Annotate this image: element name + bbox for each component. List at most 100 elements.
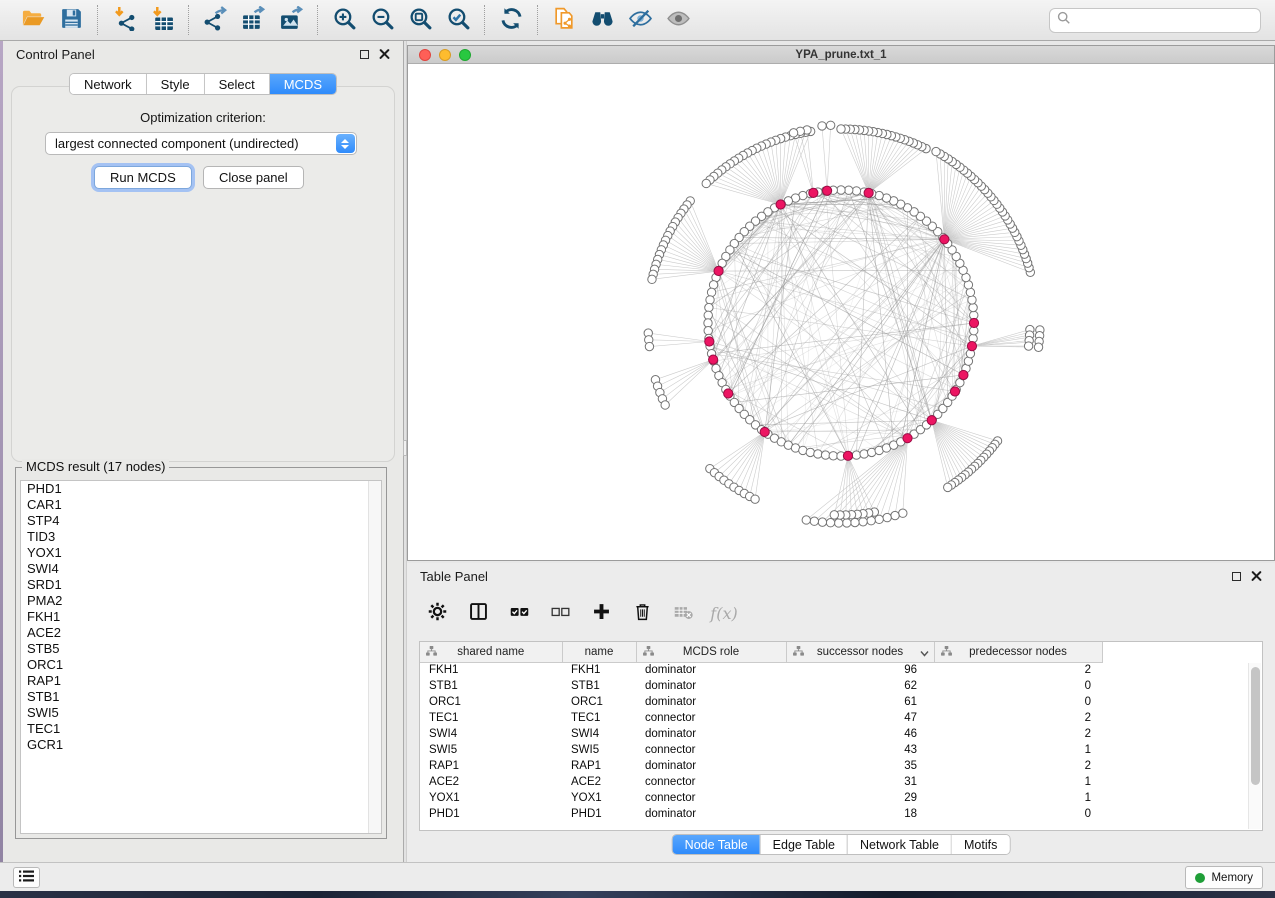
delete-column-button[interactable] [626,597,658,629]
cell-shared-name[interactable]: ACE2 [420,774,562,790]
network-node[interactable] [802,516,810,524]
table-tab-motifs[interactable]: Motifs [951,835,1009,854]
cell-MCDS-role[interactable]: dominator [636,806,786,822]
mcds-result-item[interactable]: STB5 [21,641,381,657]
table-scrollbar[interactable] [1248,663,1261,829]
network-node[interactable] [944,483,952,491]
deselect-all-button[interactable] [544,597,576,629]
table-scrollbar-thumb[interactable] [1251,667,1260,785]
table-row[interactable]: FKH1FKH1dominator962 [420,662,1102,678]
zoom-selected-button[interactable] [439,3,477,37]
table-tab-network-table[interactable]: Network Table [847,835,951,854]
network-node[interactable] [818,122,826,130]
cell-shared-name[interactable]: SWI4 [420,726,562,742]
network-node[interactable] [837,186,845,194]
table-row[interactable]: ACE2ACE2connector311 [420,774,1102,790]
search-box[interactable] [1049,8,1261,33]
network-node[interactable] [705,303,713,311]
network-node[interactable] [851,518,859,526]
network-node[interactable] [834,519,842,527]
cell-name[interactable]: ORC1 [562,694,636,710]
zoom-fit-button[interactable] [401,3,439,37]
mcds-result-item[interactable]: FKH1 [21,609,381,625]
mcds-result-item[interactable]: PHD1 [21,481,381,497]
mcds-result-item[interactable]: SRD1 [21,577,381,593]
cell-name[interactable]: SWI5 [562,742,636,758]
copy-view-button[interactable] [545,3,583,37]
mcds-node[interactable] [776,200,785,209]
network-node[interactable] [645,342,653,350]
network-node[interactable] [751,495,759,503]
network-node[interactable] [867,517,875,525]
table-tab-node-table[interactable]: Node Table [673,835,760,854]
network-node[interactable] [852,451,860,459]
memory-button[interactable]: Memory [1185,866,1263,889]
network-node[interactable] [1034,343,1042,351]
mcds-result-item[interactable]: PMA2 [21,593,381,609]
network-node[interactable] [852,187,860,195]
optimization-criterion-select[interactable]: largest connected component (undirected) [45,132,357,155]
tab-style[interactable]: Style [146,74,204,94]
network-node[interactable] [818,518,826,526]
cell-name[interactable]: SWI4 [562,726,636,742]
mcds-node[interactable] [822,186,831,195]
cell-predecessor-nodes[interactable]: 1 [934,790,1102,806]
cell-shared-name[interactable]: TEC1 [420,710,562,726]
refresh-button[interactable] [492,3,530,37]
mcds-node[interactable] [705,337,714,346]
cell-predecessor-nodes[interactable]: 2 [934,710,1102,726]
cell-name[interactable]: PHD1 [562,806,636,822]
network-node[interactable] [969,303,977,311]
cell-shared-name[interactable]: RAP1 [420,758,562,774]
cell-name[interactable]: STB1 [562,678,636,694]
mcds-list-scrollbar[interactable] [368,481,381,833]
save-button[interactable] [52,3,90,37]
cell-predecessor-nodes[interactable]: 0 [934,806,1102,822]
mcds-result-item[interactable]: STP4 [21,513,381,529]
network-node[interactable] [806,448,814,456]
cell-predecessor-nodes[interactable]: 2 [934,758,1102,774]
network-node[interactable] [826,121,834,129]
cell-shared-name[interactable]: STB1 [420,678,562,694]
network-node[interactable] [704,311,712,319]
cell-successor-nodes[interactable]: 18 [786,806,934,822]
show-all-button[interactable] [659,3,697,37]
network-node[interactable] [932,147,940,155]
table-row[interactable]: ORC1ORC1dominator610 [420,694,1102,710]
network-node[interactable] [661,401,669,409]
network-node[interactable] [845,186,853,194]
tab-network[interactable]: Network [70,74,146,94]
mcds-node[interactable] [969,318,978,327]
cell-MCDS-role[interactable]: dominator [636,662,786,678]
float-panel-icon[interactable] [360,50,369,59]
column-header-name[interactable]: name [562,642,636,662]
network-node[interactable] [829,452,837,460]
float-table-panel-icon[interactable] [1232,572,1241,581]
cell-successor-nodes[interactable]: 29 [786,790,934,806]
network-node[interactable] [810,517,818,525]
export-table-button[interactable] [234,3,272,37]
network-node[interactable] [883,513,891,521]
cell-predecessor-nodes[interactable]: 0 [934,678,1102,694]
mcds-node[interactable] [843,451,852,460]
close-panel-button[interactable]: Close panel [203,166,304,189]
cell-predecessor-nodes[interactable]: 0 [934,694,1102,710]
mcds-result-item[interactable]: CAR1 [21,497,381,513]
network-node[interactable] [899,509,907,517]
mcds-result-item[interactable]: ACE2 [21,625,381,641]
cell-MCDS-role[interactable]: dominator [636,758,786,774]
cell-name[interactable]: YOX1 [562,790,636,806]
select-all-button[interactable] [503,597,535,629]
close-panel-icon[interactable] [379,49,390,60]
export-image-button[interactable] [272,3,310,37]
column-header-shared-name[interactable]: shared name [420,642,562,662]
network-node[interactable] [826,519,834,527]
close-table-panel-icon[interactable] [1251,571,1262,582]
mcds-node[interactable] [959,370,968,379]
tab-mcds[interactable]: MCDS [269,74,336,94]
cell-name[interactable]: ACE2 [562,774,636,790]
cell-MCDS-role[interactable]: connector [636,774,786,790]
mcds-result-item[interactable]: TID3 [21,529,381,545]
cell-successor-nodes[interactable]: 31 [786,774,934,790]
network-node[interactable] [968,296,976,304]
